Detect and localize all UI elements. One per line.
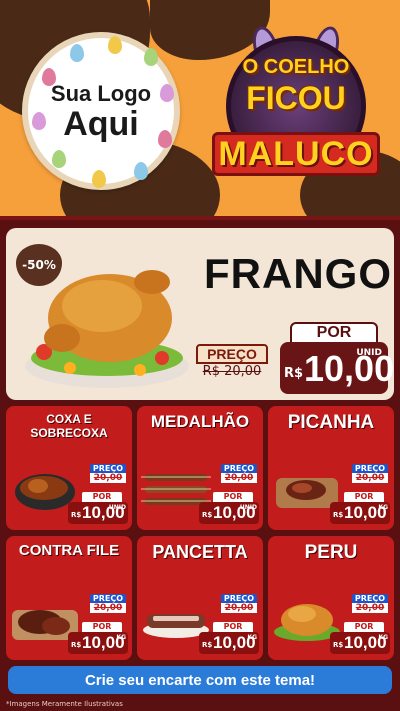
new-price-label: POR (344, 492, 384, 502)
currency-symbol: R$ (333, 641, 344, 649)
old-price-value: R$ 20,00 (202, 364, 262, 379)
easter-egg-icon (92, 170, 106, 188)
easter-egg-icon (108, 36, 122, 54)
new-price-label: POR (82, 492, 122, 502)
product-tile[interactable]: CONTRA FILE PREÇO 20,00 POR R$ 10,00 KG (6, 536, 132, 660)
old-price-value: 20,00 (352, 473, 388, 483)
old-price-value: 20,00 (90, 603, 126, 613)
logo-text-line2: Aqui (63, 105, 139, 143)
currency-symbol: R$ (202, 511, 213, 519)
badge-line2: FICOU (246, 80, 346, 116)
easter-egg-icon (134, 162, 148, 180)
offers-panel: -50% FRANGO PREÇO R$ 20,00 POR R$ 10,00 … (0, 216, 400, 711)
old-price-label: PREÇO (221, 594, 257, 603)
new-price-box: R$ 10,00 KG (330, 502, 390, 524)
new-price-label: POR (213, 622, 253, 632)
featured-product-name: FRANGO (204, 250, 392, 297)
old-price-value: 20,00 (352, 603, 388, 613)
price-unit: UNID (239, 504, 257, 511)
new-price-box: R$ 10,00 KG (199, 632, 259, 654)
new-price-box: R$ 10,00 UNID (199, 502, 259, 524)
price-unit: UNID (356, 348, 382, 358)
easter-egg-icon (144, 48, 158, 66)
badge-line1: O COELHO (242, 56, 350, 78)
new-price-box: R$ 10,00 KG (330, 632, 390, 654)
new-price-box: R$ 10,00 UNID (68, 502, 128, 524)
old-price-label: PREÇO (352, 464, 388, 473)
badge-line3: MALUCO (218, 134, 374, 173)
new-price-box: R$ 10,00 KG (68, 632, 128, 654)
old-price-value: 20,00 (221, 473, 257, 483)
currency-symbol: R$ (333, 511, 344, 519)
old-price-tag: PREÇO R$ 20,00 (196, 344, 268, 390)
product-tile[interactable]: PERU PREÇO 20,00 POR R$ 10,00 KG (268, 536, 394, 660)
badge-ribbon: MALUCO (212, 132, 380, 176)
new-price-label: POR (213, 492, 253, 502)
product-tile[interactable]: PANCETTA PREÇO 20,00 POR R$ 10,00 KG (137, 536, 263, 660)
new-price-label: POR (82, 622, 122, 632)
product-tile[interactable]: PICANHA PREÇO 20,00 POR R$ 10,00 KG (268, 406, 394, 530)
featured-product-card[interactable]: -50% FRANGO PREÇO R$ 20,00 POR R$ 10,00 … (6, 228, 394, 400)
easter-egg-icon (52, 150, 66, 168)
theme-badge: O COELHO FICOU MALUCO (206, 23, 386, 190)
disclaimer-text: *Imagens Meramente Ilustrativas (6, 700, 123, 708)
product-grid: COXA E SOBRECOXA PREÇO 20,00 POR R$ 10,0… (6, 406, 394, 664)
price-unit: KG (378, 634, 388, 641)
currency-symbol: R$ (71, 641, 82, 649)
easter-egg-icon (160, 84, 174, 102)
easter-egg-icon (42, 68, 56, 86)
product-name: PERU (304, 542, 358, 563)
product-tile[interactable]: MEDALHÃO PREÇO 20,00 POR R$ 10,00 UNID (137, 406, 263, 530)
price-unit: KG (247, 634, 257, 641)
easter-egg-icon (32, 112, 46, 130)
old-price-label: PREÇO (90, 464, 126, 473)
product-tile[interactable]: COXA E SOBRECOXA PREÇO 20,00 POR R$ 10,0… (6, 406, 132, 530)
old-price-value: 20,00 (90, 473, 126, 483)
create-flyer-button[interactable]: Crie seu encarte com este tema! (8, 666, 392, 694)
old-price-value: 20,00 (221, 603, 257, 613)
old-price-label: PREÇO (221, 464, 257, 473)
product-name: MEDALHÃO (150, 412, 250, 431)
product-name: COXA E SOBRECOXA (30, 412, 108, 440)
product-name: PICANHA (287, 412, 375, 433)
old-price-label: PREÇO (196, 344, 268, 364)
price-unit: KG (378, 504, 388, 511)
price-unit: UNID (108, 504, 126, 511)
header-banner: Sua Logo Aqui O COELHO FICOU MALUCO (0, 0, 400, 222)
product-name: CONTRA FILE (18, 542, 120, 559)
new-price-label: POR (344, 622, 384, 632)
currency-symbol: R$ (71, 511, 82, 519)
old-price-label: PREÇO (352, 594, 388, 603)
easter-egg-icon (158, 130, 172, 148)
new-price-label: POR (290, 322, 378, 344)
new-price-tag: POR R$ 10,00 UNID (280, 322, 394, 394)
easter-egg-icon (70, 44, 84, 62)
product-name: PANCETTA (152, 542, 248, 562)
currency-symbol: R$ (284, 366, 304, 381)
logo-text-line1: Sua Logo (50, 81, 152, 106)
old-price-label: PREÇO (90, 594, 126, 603)
price-unit: KG (116, 634, 126, 641)
currency-symbol: R$ (202, 641, 213, 649)
logo-placeholder[interactable]: Sua Logo Aqui (22, 32, 180, 190)
